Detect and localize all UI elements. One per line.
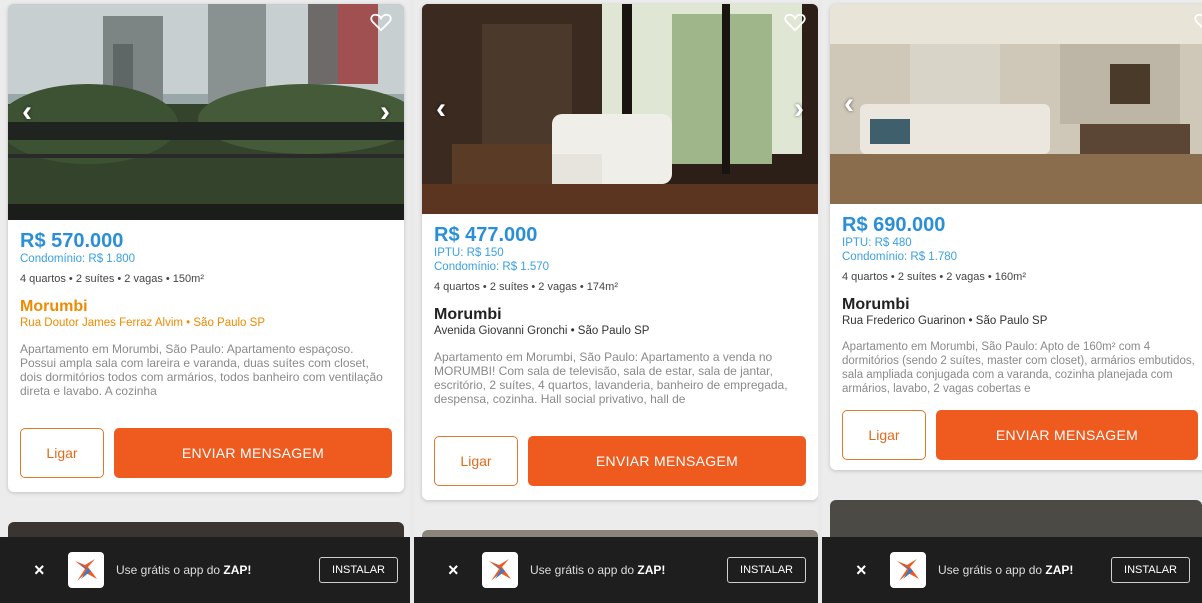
listing-info: R$ 570.000 Condomínio: R$ 1.800 4 quarto… (8, 220, 404, 412)
features: 4 quartos • 2 suítes • 2 vagas • 160m² (842, 271, 1026, 283)
app-install-banner: × Use grátis o app do ZAP! INSTALAR (414, 537, 818, 603)
listing-photo[interactable]: ‹ › (8, 4, 404, 220)
zap-logo-icon (890, 552, 926, 588)
listing-card[interactable]: ‹ › R$ 570.000 Condomínio: R$ 1.800 4 qu… (8, 4, 404, 492)
favorite-heart-icon[interactable] (1194, 12, 1202, 32)
listing-info: R$ 477.000 IPTU: R$ 150 Condomínio: R$ 1… (422, 214, 818, 422)
call-button[interactable]: Ligar (20, 428, 104, 478)
favorite-heart-icon[interactable] (370, 12, 392, 32)
call-button[interactable]: Ligar (434, 436, 518, 486)
banner-brand: ZAP! (1045, 563, 1074, 577)
iptu-fee: IPTU: R$ 480 (842, 237, 912, 249)
features: 4 quartos • 2 suítes • 2 vagas • 150m² (20, 273, 204, 285)
close-icon[interactable]: × (34, 560, 54, 581)
previous-photo-icon[interactable]: ‹ (844, 89, 854, 119)
banner-text: Use grátis o app do ZAP! (530, 563, 727, 577)
card-actions: Ligar ENVIAR MENSAGEM (422, 436, 818, 486)
description: Apartamento em Morumbi, São Paulo: Apto … (842, 341, 1195, 395)
features: 4 quartos • 2 suítes • 2 vagas • 174m² (434, 281, 618, 293)
listing-panel-3: ‹ R$ 690.000 IPTU: R$ 480 Condomínio: R$… (822, 0, 1202, 603)
banner-brand: ZAP! (223, 563, 252, 577)
address: Rua Doutor James Ferraz Alvim • São Paul… (20, 317, 265, 329)
banner-brand: ZAP! (637, 563, 666, 577)
banner-message: Use grátis o app do (938, 563, 1046, 577)
listing-card[interactable]: ‹ R$ 690.000 IPTU: R$ 480 Condomínio: R$… (830, 4, 1202, 470)
open-plan-living-photo (830, 4, 1202, 204)
next-photo-icon[interactable]: › (380, 97, 390, 127)
description: Apartamento em Morumbi, São Paulo: Apart… (20, 342, 383, 398)
zap-logo-icon (68, 552, 104, 588)
banner-message: Use grátis o app do (530, 563, 638, 577)
listing-photo[interactable]: ‹ › (422, 4, 818, 214)
install-button[interactable]: INSTALAR (727, 557, 806, 583)
listing-card[interactable]: ‹ › R$ 477.000 IPTU: R$ 150 Condomínio: … (422, 4, 818, 500)
close-icon[interactable]: × (448, 560, 468, 581)
zap-logo-icon (482, 552, 518, 588)
listing-photo[interactable]: ‹ (830, 4, 1202, 204)
iptu-fee: IPTU: R$ 150 (434, 247, 504, 259)
banner-message: Use grátis o app do (116, 563, 224, 577)
price: R$ 690.000 (842, 214, 946, 236)
condo-fee: Condomínio: R$ 1.570 (434, 261, 550, 273)
address: Rua Frederico Guarinon • São Paulo SP (842, 315, 1048, 327)
neighborhood: Morumbi (434, 306, 502, 323)
send-message-button[interactable]: ENVIAR MENSAGEM (114, 428, 392, 478)
card-actions: Ligar ENVIAR MENSAGEM (8, 428, 404, 478)
listing-info: R$ 690.000 IPTU: R$ 480 Condomínio: R$ 1… (830, 204, 1202, 396)
price: R$ 570.000 (20, 230, 124, 252)
neighborhood: Morumbi (20, 298, 88, 315)
living-room-photo (422, 4, 818, 214)
call-button[interactable]: Ligar (842, 410, 926, 460)
condo-fee: Condomínio: R$ 1.780 (842, 251, 958, 263)
balcony-view-photo (8, 4, 404, 220)
app-install-banner: × Use grátis o app do ZAP! INSTALAR (0, 537, 410, 603)
price: R$ 477.000 (434, 224, 538, 246)
install-button[interactable]: INSTALAR (1111, 557, 1190, 583)
card-actions: Ligar ENVIAR MENSAGEM (830, 410, 1202, 460)
app-install-banner: × Use grátis o app do ZAP! INSTALAR (822, 537, 1202, 603)
condo-fee: Condomínio: R$ 1.800 (20, 253, 136, 265)
listing-panel-2: ‹ › R$ 477.000 IPTU: R$ 150 Condomínio: … (414, 0, 818, 603)
banner-text: Use grátis o app do ZAP! (116, 563, 319, 577)
address: Avenida Giovanni Gronchi • São Paulo SP (434, 325, 650, 337)
listing-panel-1: ‹ › R$ 570.000 Condomínio: R$ 1.800 4 qu… (0, 0, 410, 603)
send-message-button[interactable]: ENVIAR MENSAGEM (528, 436, 806, 486)
previous-photo-icon[interactable]: ‹ (22, 97, 32, 127)
neighborhood: Morumbi (842, 296, 910, 313)
close-icon[interactable]: × (856, 560, 876, 581)
screenshot-collage: ‹ › R$ 570.000 Condomínio: R$ 1.800 4 qu… (0, 0, 1202, 603)
banner-text: Use grátis o app do ZAP! (938, 563, 1111, 577)
description: Apartamento em Morumbi, São Paulo: Apart… (434, 350, 788, 406)
favorite-heart-icon[interactable] (784, 12, 806, 32)
previous-photo-icon[interactable]: ‹ (436, 94, 446, 124)
next-photo-icon[interactable]: › (794, 94, 804, 124)
send-message-button[interactable]: ENVIAR MENSAGEM (936, 410, 1198, 460)
install-button[interactable]: INSTALAR (319, 557, 398, 583)
